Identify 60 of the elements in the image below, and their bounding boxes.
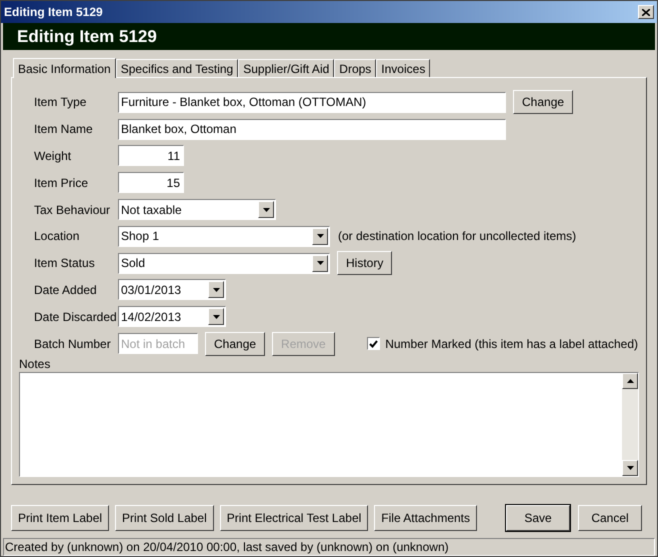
status-bar: Created by (unknown) on 20/04/2010 00:00, last saved by (unknown) on (unknown) <box>3 538 655 556</box>
scroll-up-button[interactable] <box>622 372 638 389</box>
print-button[interactable]: File Attachments <box>374 504 478 530</box>
text-field[interactable]: Furniture - Blanket box, Ottoman (OTTOMAN) <box>118 92 506 113</box>
field-label: Item Type <box>34 94 88 112</box>
notes-field[interactable] <box>19 372 639 477</box>
close-button[interactable] <box>638 5 654 19</box>
tab[interactable]: Drops <box>334 59 376 77</box>
field-label: Date Added <box>34 282 98 299</box>
down-arrow-icon <box>212 288 220 292</box>
field-label: Item Price <box>34 174 90 192</box>
print-button[interactable]: Print Electrical Test Label <box>220 504 368 530</box>
tab[interactable]: Supplier/Gift Aid <box>238 59 334 77</box>
button[interactable]: History <box>337 251 392 276</box>
field-label: Batch Number <box>34 336 112 353</box>
dropdown[interactable]: 03/01/2013 <box>118 279 226 300</box>
dialog-button[interactable]: Save <box>506 504 570 530</box>
field-label: Date Discarded <box>34 308 118 326</box>
check-icon <box>369 340 378 348</box>
tab[interactable]: Specifics and Testing <box>116 59 238 77</box>
scroll-down-button[interactable] <box>622 460 638 476</box>
dropdown-button[interactable] <box>312 254 328 272</box>
text-field[interactable]: Blanket box, Ottoman <box>118 118 506 140</box>
field-label: Location <box>34 228 80 246</box>
down-arrow-icon <box>212 314 220 319</box>
dropdown-button[interactable] <box>208 308 224 326</box>
batch-field[interactable]: Not in batch <box>118 333 198 354</box>
button[interactable]: Change <box>513 90 574 114</box>
tab[interactable]: Basic Information <box>13 58 116 78</box>
notes-label: Notes <box>18 358 52 370</box>
down-arrow-icon <box>316 261 324 266</box>
field-label: Tax Behaviour <box>34 202 112 219</box>
field-label: Item Status <box>34 255 96 272</box>
down-arrow-icon <box>626 466 634 470</box>
down-arrow-icon <box>262 208 270 212</box>
field-label: Item Name <box>34 121 94 138</box>
dropdown-button[interactable] <box>258 201 274 218</box>
dropdown[interactable]: Not taxable <box>118 199 276 220</box>
location-note: (or destination location for uncollected items) <box>338 228 576 246</box>
close-icon <box>642 8 650 16</box>
dropdown[interactable]: 14/02/2013 <box>118 306 226 328</box>
field-label: Weight <box>34 148 72 165</box>
dropdown[interactable]: Shop 1 <box>118 226 330 247</box>
down-arrow-icon <box>316 234 324 238</box>
dropdown[interactable]: Sold <box>118 252 330 274</box>
print-button[interactable]: Print Sold Label <box>115 504 214 530</box>
header-title: Editing Item 5129 <box>17 26 157 48</box>
window-title: Editing Item 5129 <box>4 4 104 21</box>
print-button[interactable]: Print Item Label <box>11 504 110 530</box>
dropdown-button[interactable] <box>312 228 328 245</box>
dropdown-button[interactable] <box>208 281 224 298</box>
dialog-button[interactable]: Cancel <box>578 504 642 530</box>
number-field[interactable]: 15 <box>118 172 184 194</box>
button[interactable]: Change <box>205 332 266 356</box>
checkbox-label: Number Marked (this item has a label attached) <box>385 336 638 353</box>
number-field[interactable]: 11 <box>118 145 184 166</box>
up-arrow-icon <box>626 378 634 383</box>
checkbox[interactable] <box>367 337 380 350</box>
scrollbar[interactable] <box>622 372 638 476</box>
tab[interactable]: Invoices <box>376 59 430 77</box>
